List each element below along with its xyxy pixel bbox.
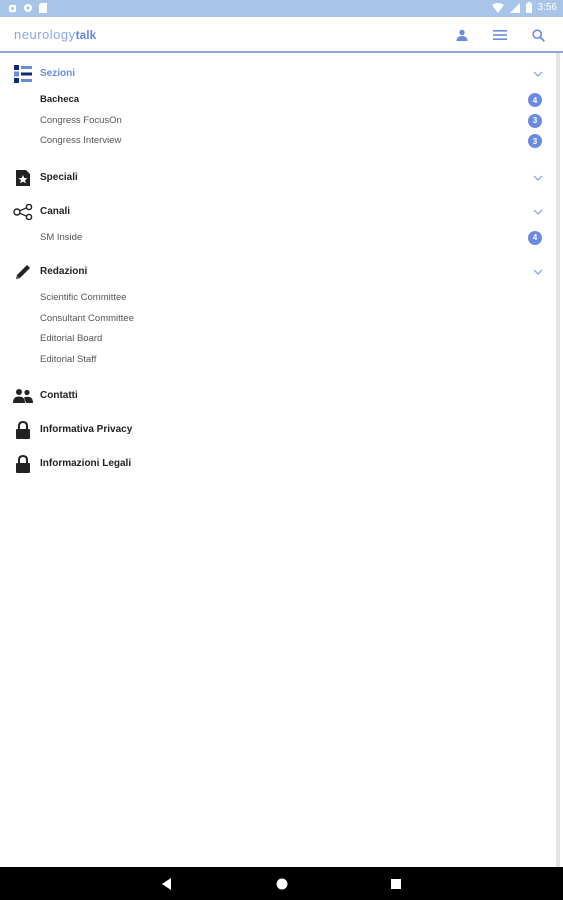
group-contatti: Contatti: [0, 380, 556, 412]
home-icon[interactable]: [275, 877, 289, 891]
wifi-icon: [491, 2, 504, 13]
side-menu: Sezioni Bacheca 4 Congress FocusOn 3 Con…: [0, 58, 556, 480]
group-header-sezioni[interactable]: Sezioni: [0, 58, 556, 90]
lock-icon: [13, 420, 33, 440]
group-title: Informativa Privacy: [40, 424, 133, 435]
battery-icon: [525, 2, 532, 13]
submenu-label: Editorial Staff: [40, 353, 97, 365]
notification-icon: [8, 4, 17, 12]
submenu-label: Scientific Committee: [40, 292, 127, 303]
screen: 3:56 neurologytalk Sezioni Bacheca 4 Con…: [0, 0, 563, 900]
user-icon[interactable]: [453, 26, 471, 44]
submenu-item-congress-focuson[interactable]: Congress FocusOn 3: [0, 111, 556, 132]
group-title: Informazioni Legali: [40, 458, 132, 469]
group-title: Contatti: [40, 390, 78, 401]
group-speciali: Speciali: [0, 162, 556, 194]
star-doc-icon: [13, 168, 33, 188]
group-header-canali[interactable]: Canali: [0, 196, 556, 228]
status-bar: 3:56: [0, 0, 563, 17]
submenu-item-editorial-staff[interactable]: Editorial Staff: [0, 350, 556, 371]
pen-icon: [13, 262, 33, 282]
navigation-bar: [0, 867, 563, 900]
group-header-redazioni[interactable]: Redazioni: [0, 256, 556, 288]
group-header-privacy[interactable]: Informativa Privacy: [0, 414, 556, 446]
clock: 3:56: [537, 2, 557, 13]
app-bar: neurologytalk: [0, 17, 563, 53]
group-informativa-privacy: Informativa Privacy: [0, 414, 556, 446]
group-informazioni-legali: Informazioni Legali: [0, 448, 556, 480]
submenu-item-sm-inside[interactable]: SM Inside 4: [0, 228, 556, 249]
share-icon: [13, 202, 33, 222]
group-header-speciali[interactable]: Speciali: [0, 162, 556, 194]
chevron-down-icon[interactable]: [532, 206, 544, 218]
logo-accent: talk: [75, 28, 97, 42]
submenu-item-congress-interview[interactable]: Congress Interview 3: [0, 131, 556, 152]
group-header-legali[interactable]: Informazioni Legali: [0, 448, 556, 480]
submenu-item-consultant-committee[interactable]: Consultant Committee: [0, 309, 556, 330]
scrollbar[interactable]: [556, 53, 560, 867]
submenu-label: Editorial Board: [40, 333, 103, 344]
count-badge: 4: [528, 93, 542, 107]
group-sezioni: Sezioni Bacheca 4 Congress FocusOn 3 Con…: [0, 58, 556, 152]
back-icon[interactable]: [160, 877, 174, 891]
submenu-label: Congress Interview: [40, 135, 122, 146]
count-badge: 3: [528, 134, 542, 148]
submenu-item-scientific-committee[interactable]: Scientific Committee: [0, 288, 556, 309]
logo-main: neurology: [14, 27, 76, 42]
submenu-item-bacheca[interactable]: Bacheca 4: [0, 90, 556, 111]
signal-icon: [509, 2, 520, 13]
chevron-down-icon[interactable]: [532, 172, 544, 184]
sd-card-icon: [39, 3, 47, 13]
count-badge: 3: [528, 113, 542, 128]
app-logo[interactable]: neurologytalk: [14, 27, 96, 42]
group-title: Canali: [40, 205, 71, 217]
settings-icon: [24, 4, 32, 12]
group-title: Speciali: [40, 171, 78, 183]
submenu-label: Congress FocusOn: [40, 114, 122, 126]
submenu-label: SM Inside: [40, 231, 83, 243]
list-icon[interactable]: [491, 26, 509, 44]
group-redazioni: Redazioni Scientific Committee Consultan…: [0, 256, 556, 370]
group-title: Redazioni: [40, 266, 88, 277]
submenu-item-editorial-board[interactable]: Editorial Board: [0, 329, 556, 350]
recents-icon[interactable]: [389, 877, 403, 891]
search-icon[interactable]: [529, 26, 547, 44]
sections-icon: [13, 64, 33, 84]
group-canali: Canali SM Inside 4: [0, 196, 556, 249]
group-header-contatti[interactable]: Contatti: [0, 380, 556, 412]
chevron-down-icon[interactable]: [532, 266, 544, 278]
submenu-label: Bacheca: [40, 94, 80, 105]
people-icon: [13, 386, 33, 406]
group-title: Sezioni: [40, 68, 76, 79]
submenu-label: Consultant Committee: [40, 312, 134, 324]
count-badge: 4: [528, 230, 542, 245]
lock-icon: [13, 454, 33, 474]
chevron-down-icon[interactable]: [532, 68, 544, 80]
